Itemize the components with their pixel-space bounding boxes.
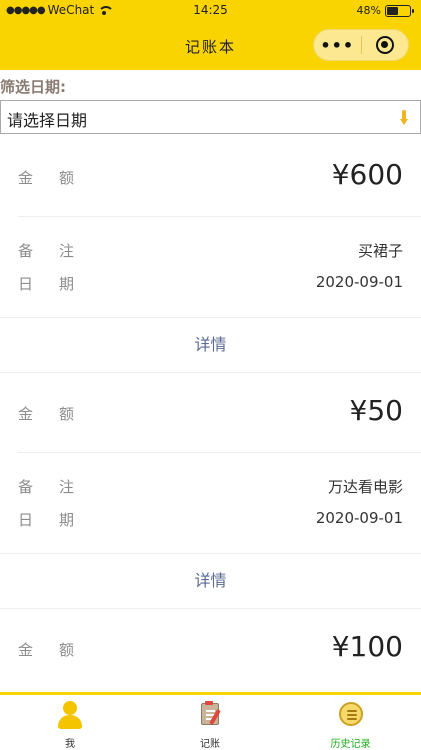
person-icon bbox=[55, 701, 85, 729]
amount-row: 金额 ¥600 bbox=[0, 137, 421, 217]
history-icon bbox=[336, 701, 366, 729]
record-card: 金额 ¥100 bbox=[0, 609, 421, 689]
tab-label: 我 bbox=[65, 739, 75, 750]
date-value: 2020-09-01 bbox=[315, 273, 403, 291]
amount-row: 金额 ¥50 bbox=[0, 373, 421, 453]
record-card: 金额 ¥50 备注 万达看电影 日期 2020-09-01 详情 bbox=[0, 373, 421, 609]
amount-value: ¥600 bbox=[331, 158, 403, 191]
battery-icon bbox=[385, 4, 414, 17]
tab-me[interactable]: 我 bbox=[0, 695, 140, 750]
tab-bar: 我 记账 历史记录 bbox=[0, 692, 421, 750]
amount-value: ¥50 bbox=[349, 394, 403, 427]
divider bbox=[18, 216, 421, 217]
note-label: 备注 bbox=[18, 242, 101, 260]
record-card: 金额 ¥600 备注 买裙子 日期 2020-09-01 详情 bbox=[0, 137, 421, 373]
date-picker-placeholder: 请选择日期 bbox=[7, 111, 88, 130]
battery-percent: 48% bbox=[356, 4, 381, 17]
divider bbox=[18, 452, 421, 453]
detail-button[interactable]: 详情 bbox=[0, 317, 421, 372]
target-icon bbox=[375, 36, 394, 54]
detail-button[interactable]: 详情 bbox=[0, 553, 421, 608]
note-row: 备注 万达看电影 bbox=[0, 476, 421, 500]
date-label: 日期 bbox=[18, 511, 101, 529]
amount-label: 金额 bbox=[18, 405, 101, 423]
date-row: 日期 2020-09-01 bbox=[0, 273, 421, 297]
notebook-icon bbox=[195, 701, 225, 729]
status-right: 48% bbox=[356, 4, 414, 17]
tab-label: 历史记录 bbox=[330, 739, 371, 750]
note-label: 备注 bbox=[18, 478, 101, 496]
date-row: 日期 2020-09-01 bbox=[0, 509, 421, 533]
tab-bookkeeping[interactable]: 记账 bbox=[140, 695, 280, 750]
status-bar: ●●●●● WeChat 14:25 48% bbox=[0, 0, 421, 22]
more-icon[interactable]: ••• bbox=[314, 36, 361, 55]
amount-label: 金额 bbox=[18, 641, 101, 659]
amount-value: ¥100 bbox=[331, 630, 403, 663]
nav-bar: 记账本 ••• bbox=[0, 22, 421, 70]
note-value: 买裙子 bbox=[357, 242, 403, 260]
filter-label: 筛选日期: bbox=[0, 78, 66, 96]
date-value: 2020-09-01 bbox=[315, 509, 403, 527]
tab-history[interactable]: 历史记录 bbox=[280, 695, 421, 750]
date-picker[interactable]: 请选择日期 bbox=[0, 100, 421, 134]
tab-label: 记账 bbox=[200, 739, 220, 750]
amount-row: 金额 ¥100 bbox=[0, 609, 421, 689]
close-miniprogram-button[interactable] bbox=[361, 36, 408, 54]
amount-label: 金额 bbox=[18, 169, 101, 187]
battery-level bbox=[387, 6, 398, 15]
record-list: 金额 ¥600 备注 买裙子 日期 2020-09-01 详情 金额 ¥50 备… bbox=[0, 137, 421, 689]
note-value: 万达看电影 bbox=[327, 478, 403, 496]
date-label: 日期 bbox=[18, 275, 101, 293]
arrow-down-icon bbox=[400, 110, 408, 126]
note-row: 备注 买裙子 bbox=[0, 240, 421, 264]
miniprogram-capsule: ••• bbox=[313, 29, 409, 61]
